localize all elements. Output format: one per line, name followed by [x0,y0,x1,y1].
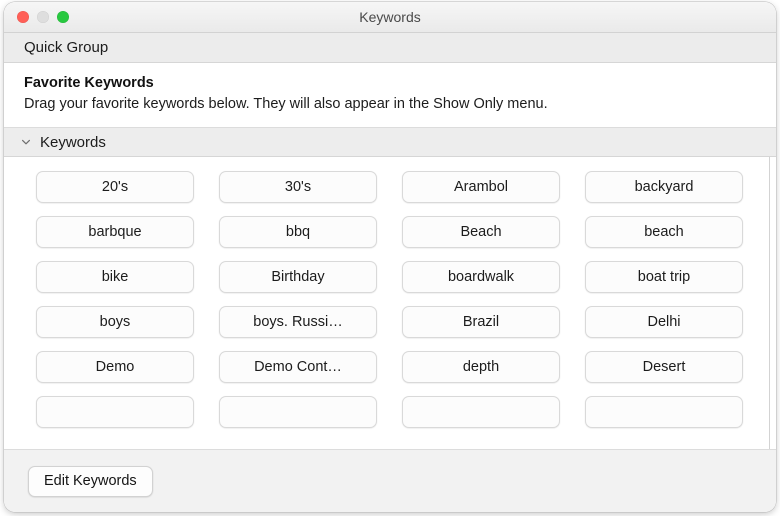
keyword-pill[interactable] [585,396,743,428]
keyword-pill[interactable]: Arambol [402,171,560,203]
keyword-pill[interactable]: boys [36,306,194,338]
quick-group-label: Quick Group [24,39,108,56]
keyword-pill[interactable]: Demo Cont… [219,351,377,383]
favorite-keywords-description: Drag your favorite keywords below. They … [24,94,724,115]
keyword-pill[interactable]: 20's [36,171,194,203]
keyword-pill[interactable]: Beach [402,216,560,248]
keywords-grid: 20's 30's Arambol backyard barbque bbq B… [4,157,776,428]
keyword-pill[interactable] [219,396,377,428]
keyword-pill[interactable]: boat trip [585,261,743,293]
keyword-pill[interactable]: 30's [219,171,377,203]
keywords-scroll-area[interactable]: 20's 30's Arambol backyard barbque bbq B… [4,157,776,449]
keyword-pill[interactable]: backyard [585,171,743,203]
window-title: Keywords [4,2,776,33]
keyword-pill[interactable] [36,396,194,428]
keyword-pill[interactable]: Brazil [402,306,560,338]
keyword-pill[interactable]: depth [402,351,560,383]
keywords-section-header[interactable]: Keywords [4,127,776,157]
edit-keywords-button[interactable]: Edit Keywords [28,466,153,497]
favorite-keywords-section: Favorite Keywords Drag your favorite key… [4,63,776,127]
chevron-down-icon[interactable] [18,134,34,150]
quick-group-row[interactable]: Quick Group [4,33,776,63]
keyword-pill[interactable]: bbq [219,216,377,248]
keyword-pill[interactable]: bike [36,261,194,293]
keyword-pill[interactable]: Desert [585,351,743,383]
keyword-pill[interactable]: beach [585,216,743,248]
keywords-section-title: Keywords [40,134,106,151]
keyword-pill[interactable]: boys. Russi… [219,306,377,338]
favorite-keywords-title: Favorite Keywords [24,74,756,93]
keyword-pill[interactable]: Delhi [585,306,743,338]
keyword-pill[interactable]: Birthday [219,261,377,293]
keyword-pill[interactable]: boardwalk [402,261,560,293]
vertical-scrollbar[interactable] [769,157,771,449]
keyword-pill[interactable]: Demo [36,351,194,383]
keyword-pill[interactable]: barbque [36,216,194,248]
window-titlebar: Keywords [4,2,776,33]
window-footer: Edit Keywords [4,449,776,512]
keywords-window: Keywords Quick Group Favorite Keywords D… [4,2,776,512]
keyword-pill[interactable] [402,396,560,428]
